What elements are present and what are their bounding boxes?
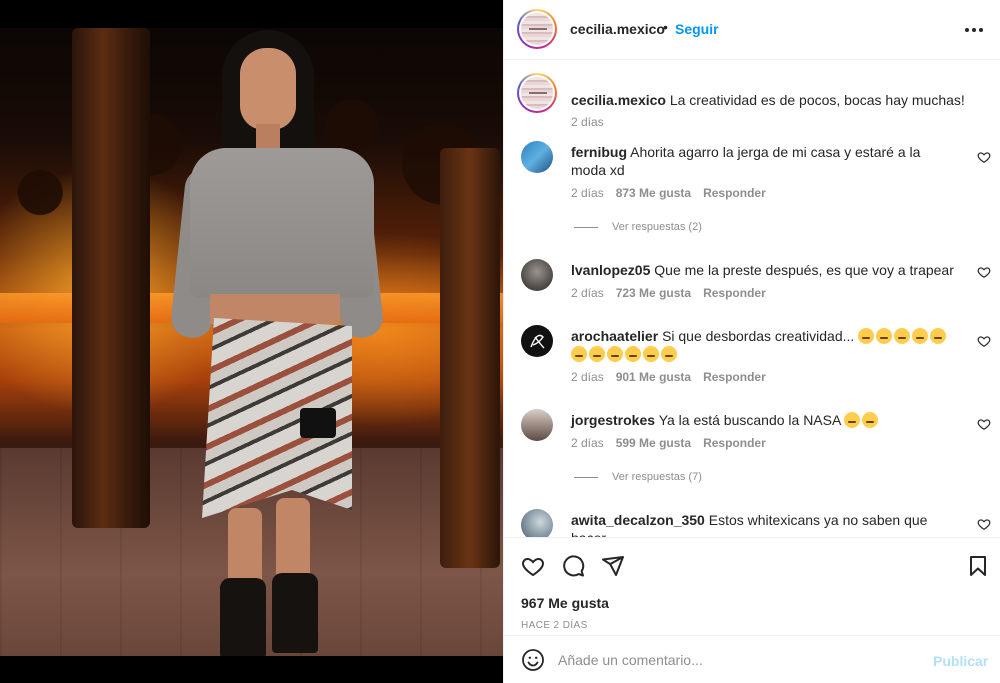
comment-text: awita_decalzon_350 Estos whitexicans ya … (571, 511, 956, 537)
publish-button[interactable]: Publicar (933, 653, 988, 669)
comment-text: fernibug Ahorita agarro la jerga de mi c… (571, 143, 956, 179)
comment-username[interactable]: arochaatelier (571, 328, 658, 344)
caption-time[interactable]: 2 días (571, 115, 604, 129)
emoji-face-icon (643, 346, 659, 362)
comment-body: Ya la está buscando la NASA (658, 412, 841, 428)
comment-username[interactable]: fernibug (571, 144, 627, 160)
emoji-face-icon (930, 328, 947, 344)
emoji-face-icon (589, 346, 605, 362)
post-date[interactable]: Hace 2 días (521, 620, 588, 631)
view-replies-label[interactable]: Ver respuestas (2) (612, 221, 702, 233)
emoji-face-icon (858, 328, 875, 344)
comment-heart-icon[interactable] (977, 417, 991, 431)
post-side-panel: cecilia.mexico • Seguir cecilia.mexico L… (503, 0, 1000, 683)
comment-body: Si que desbordas creatividad... (662, 328, 855, 344)
author-username[interactable]: cecilia.mexico (570, 21, 665, 37)
comments-list[interactable]: cecilia.mexico La creatividad es de poco… (504, 61, 1000, 537)
reply-button[interactable]: Responder (703, 370, 766, 384)
atelier-logo-icon (530, 334, 545, 349)
comment-icon[interactable] (561, 554, 585, 578)
comment-username[interactable]: awita_decalzon_350 (571, 512, 705, 528)
commenter-avatar[interactable] (521, 325, 553, 357)
emoji-face-icon (625, 346, 641, 362)
comment-input[interactable] (558, 648, 918, 672)
comment-meta: 2 días 901 Me gusta Responder (571, 370, 766, 384)
commenter-avatar[interactable] (521, 509, 553, 537)
reply-button[interactable]: Responder (703, 186, 766, 200)
comment-likes[interactable]: 723 Me gusta (616, 286, 691, 300)
comment-text: arochaatelier Si que desbordas creativid… (571, 327, 956, 363)
emoji-icon[interactable] (521, 648, 545, 672)
replies-line (574, 226, 598, 228)
post-header: cecilia.mexico • Seguir (504, 0, 1000, 60)
caption-body: La creatividad es de pocos, bocas hay mu… (669, 92, 965, 108)
comment-meta: 2 días 599 Me gusta Responder (571, 436, 766, 450)
add-comment-bar: Publicar (504, 635, 1000, 683)
share-icon[interactable] (601, 554, 625, 578)
comment-body: Que me la preste después, es que voy a t… (654, 262, 954, 278)
comment-text: jorgestrokes Ya la está buscando la NASA (571, 411, 956, 429)
emoji-face-icon (661, 346, 677, 362)
emoji-face-icon (912, 328, 929, 344)
comment-meta: 2 días 873 Me gusta Responder (571, 186, 766, 200)
commenter-avatar[interactable] (521, 259, 553, 291)
more-options-icon[interactable] (962, 18, 986, 42)
comment-heart-icon[interactable] (977, 150, 991, 164)
photo-column-left (72, 28, 150, 528)
caption-text: cecilia.mexico La creatividad es de poco… (571, 91, 981, 109)
author-avatar[interactable] (517, 9, 557, 49)
comment-heart-icon[interactable] (977, 334, 991, 348)
comment-likes[interactable]: 599 Me gusta (616, 436, 691, 450)
replies-line (574, 476, 598, 478)
commenter-avatar[interactable] (521, 409, 553, 441)
comment-text: lvanlopez05 Que me la preste después, es… (571, 261, 956, 279)
reply-button[interactable]: Responder (703, 436, 766, 450)
emoji-face-icon (844, 412, 861, 428)
comment-time[interactable]: 2 días (571, 370, 604, 384)
comment-time[interactable]: 2 días (571, 286, 604, 300)
comment-heart-icon[interactable] (977, 265, 991, 279)
view-replies-label[interactable]: Ver respuestas (7) (612, 471, 702, 483)
caption-avatar[interactable] (517, 73, 557, 113)
comment-likes[interactable]: 873 Me gusta (616, 186, 691, 200)
emoji-face-icon (862, 412, 879, 428)
save-icon[interactable] (966, 554, 990, 578)
post-actions: 967 Me gusta Hace 2 días (504, 537, 1000, 641)
photo-person (169, 28, 385, 656)
follow-button[interactable]: Seguir (675, 21, 719, 37)
photo-column-right (440, 148, 500, 568)
comment-username[interactable]: jorgestrokes (571, 412, 655, 428)
comment-meta: 2 días 723 Me gusta Responder (571, 286, 766, 300)
view-replies[interactable]: Ver respuestas (2) (574, 221, 702, 233)
commenter-avatar[interactable] (521, 141, 553, 173)
photo-scene (0, 28, 503, 656)
post-photo[interactable] (0, 0, 503, 683)
comment-likes[interactable]: 901 Me gusta (616, 370, 691, 384)
reply-button[interactable]: Responder (703, 286, 766, 300)
emoji-face-icon (571, 346, 587, 362)
heart-icon[interactable] (521, 554, 545, 578)
emoji-face-icon (876, 328, 893, 344)
comment-emojis (844, 412, 880, 428)
likes-count[interactable]: 967 Me gusta (521, 595, 609, 611)
emoji-face-icon (607, 346, 623, 362)
comment-username[interactable]: lvanlopez05 (571, 262, 650, 278)
comment-heart-icon[interactable] (977, 517, 991, 531)
caption-username[interactable]: cecilia.mexico (571, 92, 666, 108)
view-replies[interactable]: Ver respuestas (7) (574, 471, 702, 483)
instagram-post: cecilia.mexico • Seguir cecilia.mexico L… (0, 0, 1000, 683)
emoji-face-icon (894, 328, 911, 344)
comment-time[interactable]: 2 días (571, 436, 604, 450)
comment-time[interactable]: 2 días (571, 186, 604, 200)
header-separator: • (663, 19, 668, 35)
